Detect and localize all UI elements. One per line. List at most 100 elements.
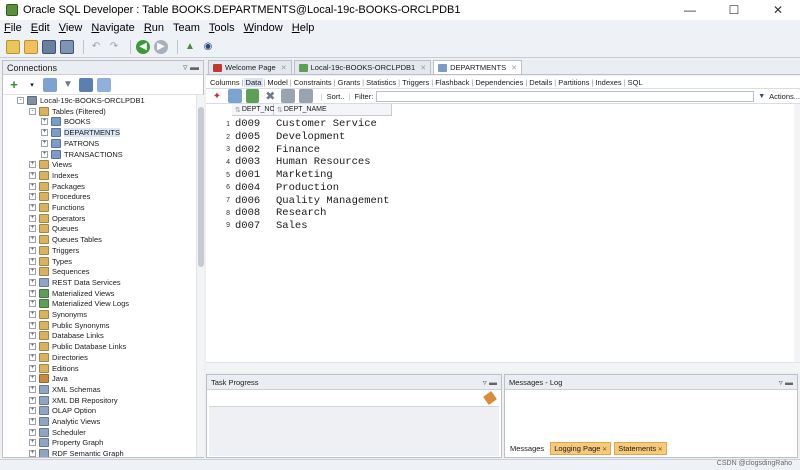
cell-dept-name[interactable]: Customer Service [274, 118, 392, 130]
expand-icon[interactable]: + [29, 182, 36, 190]
tree-node-scheduler[interactable]: + Scheduler [29, 427, 86, 438]
filter-icon[interactable]: ▼ [61, 78, 75, 92]
expand-icon[interactable]: + [29, 300, 36, 308]
tab-close-icon[interactable]: ✕ [420, 64, 426, 72]
tree-node-olap-option[interactable]: + OLAP Option [29, 405, 96, 416]
sub-tab-grants[interactable]: Grants [336, 78, 363, 87]
tree-node-directories[interactable]: + Directories [29, 352, 88, 363]
cell-dept-no[interactable]: d005 [232, 131, 274, 143]
monitor-icon[interactable]: ◉ [201, 40, 215, 54]
cell-dept-no[interactable]: d006 [232, 195, 274, 207]
open-folder-icon[interactable] [24, 39, 38, 54]
tree-node-analytic-views[interactable]: + Analytic Views [29, 416, 100, 427]
expand-icon[interactable]: + [29, 418, 36, 425]
sort-button[interactable]: Sort.. [327, 92, 345, 101]
sub-tab-statistics[interactable]: Statistics [364, 78, 398, 87]
messages-tab-logging-page[interactable]: Logging Page ✕ [550, 442, 612, 455]
table-row[interactable]: 5 d001 Marketing [206, 169, 392, 182]
tree-node-public-database-links[interactable]: + Public Database Links [29, 341, 126, 352]
rollback-icon[interactable] [298, 89, 313, 103]
expand-icon[interactable]: + [29, 236, 36, 244]
expand-icon[interactable]: + [29, 321, 36, 329]
tree-node-property-graph[interactable]: + Property Graph [29, 437, 103, 448]
cell-dept-name[interactable]: Sales [274, 220, 392, 232]
table-row[interactable]: 8 d008 Research [206, 207, 392, 220]
cell-dept-name[interactable]: Quality Management [274, 195, 392, 207]
new-file-icon[interactable] [6, 39, 20, 54]
menu-edit[interactable]: Edit [31, 22, 50, 34]
expand-icon[interactable]: + [29, 225, 36, 233]
expand-icon[interactable]: + [29, 332, 36, 340]
collapse-icon[interactable]: - [29, 107, 36, 115]
menu-window[interactable]: Window [244, 22, 283, 34]
expand-icon[interactable]: + [29, 171, 36, 179]
expand-icon[interactable]: + [29, 343, 36, 351]
tree-scrollbar[interactable] [196, 95, 204, 457]
tree-node-patrons[interactable]: + PATRONS [41, 138, 99, 149]
tree-node-synonyms[interactable]: + Synonyms [29, 309, 87, 320]
tab-close-icon[interactable]: ✕ [600, 447, 607, 453]
tree-node-public-synonyms[interactable]: + Public Synonyms [29, 320, 110, 331]
expand-icon[interactable]: + [29, 193, 36, 201]
messages-tab-messages[interactable]: Messages [507, 443, 547, 454]
tree-node-materialized-views[interactable]: + Materialized Views [29, 288, 114, 299]
tree-node-database-links[interactable]: + Database Links [29, 330, 104, 341]
refresh-data-icon[interactable] [227, 89, 242, 103]
sub-tab-details[interactable]: Details [527, 78, 554, 87]
expand-icon[interactable]: + [29, 428, 36, 436]
expand-icon[interactable]: + [29, 450, 36, 457]
tree-node-functions[interactable]: + Functions [29, 202, 85, 213]
expand-icon[interactable]: + [29, 268, 36, 276]
tree-node-packages[interactable]: + Packages [29, 181, 85, 192]
tree-node-queues[interactable]: + Queues [29, 223, 78, 234]
add-connection-icon[interactable]: + [7, 77, 21, 92]
grid-vertical-scrollbar[interactable] [794, 104, 800, 362]
panel-minimize-icon[interactable]: ▿ ▬ [483, 378, 497, 387]
tree-node-java[interactable]: + Java [29, 373, 68, 384]
sub-tab-triggers[interactable]: Triggers [400, 78, 431, 87]
cell-dept-no[interactable]: d008 [232, 207, 274, 219]
tree-node-departments[interactable]: + DEPARTMENTS [41, 127, 120, 138]
maximize-button[interactable]: ☐ [712, 0, 756, 20]
expand-icon[interactable]: + [29, 214, 36, 222]
menu-navigate[interactable]: Navigate [91, 22, 134, 34]
expand-icon[interactable]: + [29, 278, 36, 286]
tree-node-local-19c-books-orclpdb1[interactable]: - Local-19c-BOOKS-ORCLPDB1 [17, 95, 145, 106]
cell-dept-no[interactable]: d002 [232, 144, 274, 156]
schema-browser-icon[interactable] [79, 77, 93, 92]
tree-node-views[interactable]: + Views [29, 159, 72, 170]
pin-icon[interactable]: ✦ [210, 89, 224, 103]
insert-row-icon[interactable] [245, 89, 260, 103]
expand-icon[interactable]: + [41, 118, 48, 126]
sub-tab-flashback[interactable]: Flashback [433, 78, 471, 87]
tab-close-icon[interactable]: ✕ [281, 64, 287, 72]
tree-node-procedures[interactable]: + Procedures [29, 191, 90, 202]
tree-node-transactions[interactable]: + TRANSACTIONS [41, 149, 123, 160]
connection-icon[interactable] [97, 77, 111, 92]
tree-node-indexes[interactable]: + Indexes [29, 170, 78, 181]
expand-icon[interactable]: + [29, 257, 36, 265]
table-row[interactable]: 3 d002 Finance [206, 143, 392, 156]
expand-icon[interactable]: + [29, 375, 36, 383]
column-header-dept-no[interactable]: ⇅ DEPT_NO [232, 104, 275, 116]
tree-node-operators[interactable]: + Operators [29, 213, 85, 224]
refresh-icon[interactable] [43, 77, 57, 92]
menu-run[interactable]: Run [144, 22, 164, 34]
cell-dept-no[interactable]: d007 [232, 220, 274, 232]
tree-node-editions[interactable]: + Editions [29, 363, 79, 374]
messages-tab-statements[interactable]: Statements ✕ [614, 442, 667, 455]
expand-icon[interactable]: + [29, 407, 36, 415]
menu-team[interactable]: Team [173, 22, 200, 34]
commit-icon[interactable] [281, 89, 295, 103]
tree-node-tables-filtered[interactable]: - Tables (Filtered) [29, 106, 106, 117]
tab-welcome-page[interactable]: Welcome Page ✕ [208, 60, 292, 74]
cell-dept-name[interactable]: Development [274, 131, 392, 143]
dropdown-icon[interactable]: ▾ [25, 78, 39, 92]
expand-icon[interactable]: + [41, 129, 48, 137]
run-icon[interactable]: ▲ [183, 40, 197, 54]
sub-tab-sql[interactable]: SQL [626, 78, 645, 87]
expand-icon[interactable]: + [29, 353, 36, 361]
tree-node-queues-tables[interactable]: + Queues Tables [29, 234, 102, 245]
sub-tab-constraints[interactable]: Constraints [292, 78, 334, 87]
column-header-dept-name[interactable]: ⇅ DEPT_NAME [274, 104, 392, 116]
